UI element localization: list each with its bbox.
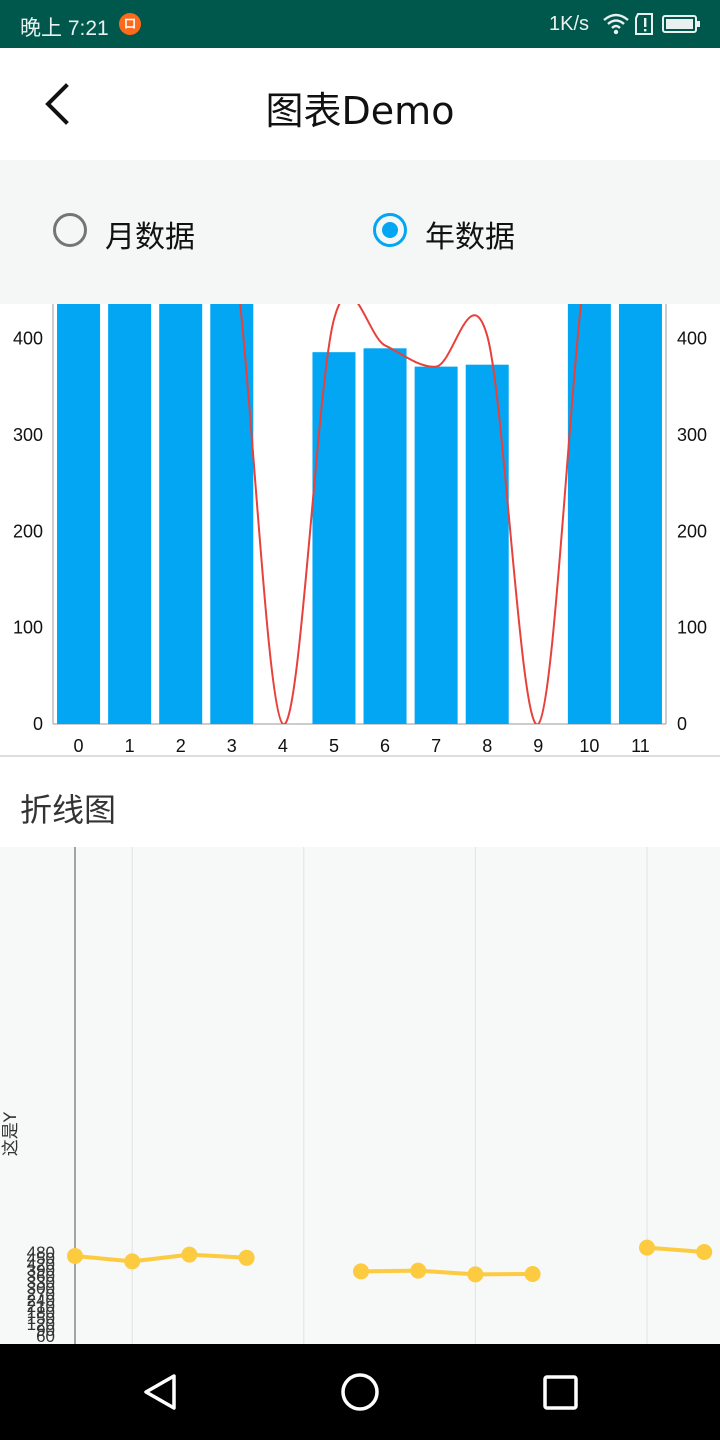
x-tick-label: 3	[227, 736, 237, 756]
nav-recents-button[interactable]	[536, 1368, 584, 1416]
line-point-0	[67, 1248, 83, 1264]
radio-month-data[interactable]: 月数据	[53, 210, 213, 256]
network-speed: 1K/s	[549, 13, 590, 35]
line-point-8	[524, 1266, 541, 1282]
combined-bar-chart[interactable]: 0 100 200 300 400 0 100 200 300 400 0 1 2 3 4 5 6 7 8 9 10 11	[0, 304, 720, 756]
nav-back-button[interactable]	[136, 1368, 184, 1416]
radio-year-data[interactable]: 年数据	[373, 210, 533, 256]
battery-icon	[662, 15, 700, 33]
recents-square-icon	[543, 1375, 578, 1410]
x-tick-label: 0	[74, 736, 84, 756]
x-tick-label: 8	[482, 736, 492, 756]
bar-2	[159, 304, 203, 724]
status-bar: 晚上 7:21 ロ 1K/s	[0, 0, 720, 48]
line-chart-title: 折线图	[20, 791, 117, 829]
line-point-5	[353, 1263, 369, 1280]
line-point-10	[639, 1239, 655, 1256]
x-tick-label: 4	[278, 736, 288, 756]
navigation-bar	[0, 1344, 720, 1440]
right-y-tick-label: 200	[677, 521, 707, 541]
bar-0	[57, 304, 101, 724]
notification-app-icon: ロ	[119, 13, 141, 35]
right-y-tick-label: 300	[677, 425, 707, 445]
x-tick-label: 9	[533, 736, 543, 756]
line-chart[interactable]: 60 90 120 150 180 210 240 270 300 330 360 390 420 450…	[0, 847, 720, 1346]
line-chart-svg: 6090120150180210240270300330360390420450…	[0, 847, 720, 1346]
bar-7	[414, 366, 458, 724]
left-y-tick-label: 200	[13, 521, 43, 541]
data-range-radio-group: 月数据 年数据	[0, 160, 720, 304]
page-title: 图表Demo	[265, 89, 455, 133]
left-y-tick-label: 100	[13, 618, 43, 638]
app-bar: 图表Demo	[0, 48, 720, 160]
radio-month-label: 月数据	[105, 220, 195, 255]
bar-5	[312, 352, 356, 724]
line-point-2	[181, 1246, 198, 1263]
x-tick-label: 10	[579, 736, 599, 756]
x-tick-label: 6	[380, 736, 390, 756]
line-chart-section: 折线图 60 90 120 150 180 210 240 270 300 330 360 390 42…	[0, 757, 720, 1346]
line-point-3	[238, 1249, 255, 1266]
line-point-7	[467, 1266, 484, 1283]
left-y-tick-label: 0	[33, 714, 43, 734]
wifi-icon	[603, 13, 629, 35]
line-point-1	[124, 1253, 141, 1270]
x-tick-label: 11	[631, 736, 650, 756]
line-point-11	[696, 1244, 713, 1260]
line-y-tick-label: 480	[27, 1243, 55, 1262]
x-tick-label: 2	[176, 736, 186, 756]
alert-icon	[635, 13, 653, 35]
x-tick-label: 1	[125, 736, 135, 756]
nav-home-button[interactable]	[336, 1368, 384, 1416]
radio-unchecked-icon	[53, 213, 87, 247]
right-y-tick-label: 100	[677, 618, 707, 638]
radio-year-label: 年数据	[425, 220, 515, 255]
bar-group	[57, 304, 662, 724]
bar-6	[363, 348, 407, 724]
right-y-tick-label: 400	[677, 329, 707, 349]
combined-chart-svg: 0 100 200 300 400 0 100 200 300 400 0 1 2 3 4 5 6 7 8 9 10 11	[13, 304, 707, 756]
radio-checked-icon	[373, 213, 407, 247]
bar-8	[465, 364, 509, 724]
left-y-tick-label: 400	[13, 329, 43, 349]
line-y-axis-label: 这是Y	[1, 1111, 21, 1156]
bar-1	[108, 304, 152, 724]
line-point-6	[410, 1262, 427, 1279]
left-y-tick-label: 300	[13, 425, 43, 445]
status-time: 晚上 7:21	[20, 17, 109, 40]
back-triangle-icon	[144, 1374, 176, 1410]
home-circle-icon	[341, 1373, 379, 1411]
bar-11	[618, 304, 662, 724]
right-y-tick-label: 0	[677, 714, 687, 734]
x-tick-label: 5	[329, 736, 339, 756]
x-tick-label: 7	[431, 736, 441, 756]
